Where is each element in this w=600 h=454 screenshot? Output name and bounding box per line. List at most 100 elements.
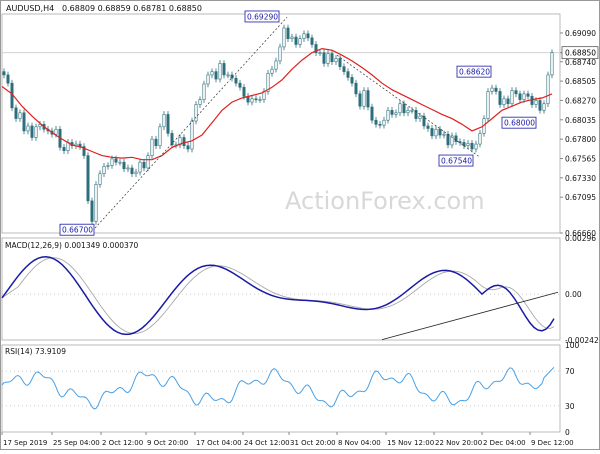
x-tick-label: 24 Oct 12:00 xyxy=(244,439,290,447)
candle-body xyxy=(370,106,374,121)
candle xyxy=(154,135,158,150)
candle-body xyxy=(302,33,306,39)
price-tick-label: 0.67095 xyxy=(565,193,596,202)
candle xyxy=(34,123,38,141)
x-tick-label: 25 Sep 04:00 xyxy=(53,439,100,447)
candle-body xyxy=(502,98,506,105)
candle-body xyxy=(434,128,438,137)
candle xyxy=(410,107,414,114)
candle xyxy=(74,140,78,150)
candle-body xyxy=(442,133,446,136)
candle-body xyxy=(158,126,162,147)
candle-body xyxy=(30,125,34,138)
price-annotation-label: 0.69290 xyxy=(247,12,278,21)
candle-body xyxy=(362,90,366,107)
candle xyxy=(134,168,138,178)
ohlc-values: 0.68809 0.68859 0.68781 0.68850 xyxy=(62,4,202,13)
price-tick-label: 0.68270 xyxy=(565,96,596,105)
candle-body xyxy=(306,33,310,39)
candle xyxy=(282,24,286,51)
candle xyxy=(514,87,518,98)
candle-body xyxy=(542,103,546,111)
x-tick-label: 31 Oct 20:00 xyxy=(290,439,336,447)
candle-body xyxy=(534,100,538,105)
candle xyxy=(350,74,354,87)
macd-trendline xyxy=(381,291,559,341)
candle-body xyxy=(438,128,442,136)
candle-body xyxy=(34,126,38,138)
candle-body xyxy=(390,110,394,115)
candle xyxy=(222,60,226,79)
candle-body xyxy=(190,120,194,150)
candle xyxy=(426,122,430,132)
candle xyxy=(26,122,30,135)
candle xyxy=(542,100,546,114)
x-tick-label: 9 Oct 20:00 xyxy=(147,439,188,447)
candle-body xyxy=(138,161,142,173)
candle-body xyxy=(274,60,278,70)
candle-body xyxy=(198,99,202,105)
macd-tick-label: 0.00 xyxy=(565,290,582,299)
candle-body xyxy=(86,155,90,202)
candle xyxy=(142,158,146,172)
candle-body xyxy=(282,27,286,48)
candle-body xyxy=(218,63,222,80)
candle xyxy=(362,87,366,110)
candle-body xyxy=(22,112,26,132)
candle xyxy=(390,107,394,118)
candle-body xyxy=(510,90,514,105)
rsi-tick-label: 100 xyxy=(565,341,580,350)
candle-body xyxy=(358,93,362,107)
price-tick-label: 0.68740 xyxy=(565,58,596,67)
candle-body xyxy=(318,52,322,54)
candle xyxy=(218,60,222,83)
candle xyxy=(530,93,534,108)
candle xyxy=(314,41,318,56)
price-annotation-label: 0.68000 xyxy=(504,119,535,128)
x-tick-label: 22 Nov 20:00 xyxy=(435,439,482,447)
x-tick-label: 2 Oct 12:00 xyxy=(102,439,143,447)
candle-body xyxy=(394,112,398,115)
candle xyxy=(78,140,82,150)
candle xyxy=(98,170,102,188)
candle-body xyxy=(186,145,190,150)
macd-title: MACD(12,26,9) 0.001349 0.000370 xyxy=(5,241,139,250)
candle xyxy=(382,116,386,129)
candle xyxy=(122,158,126,173)
candle-body xyxy=(254,98,258,101)
candle-body xyxy=(470,142,474,150)
candle xyxy=(422,112,426,130)
macd-tick-label: 0.00296 xyxy=(565,234,596,243)
candle-body xyxy=(98,173,102,185)
candle xyxy=(130,164,134,178)
candle xyxy=(490,84,494,95)
candle xyxy=(286,24,290,42)
candle xyxy=(178,134,182,149)
price-annotation-label: 0.66700 xyxy=(62,226,93,235)
rsi-tick-label: 30 xyxy=(565,402,575,411)
candle-body xyxy=(26,125,30,132)
candle-body xyxy=(546,74,550,105)
candle xyxy=(538,97,542,114)
candle xyxy=(298,35,302,48)
candle-body xyxy=(290,36,294,39)
candle-body xyxy=(530,96,534,105)
candle-body xyxy=(166,114,170,134)
candle xyxy=(338,55,342,70)
candle-body xyxy=(154,138,158,147)
candle xyxy=(334,55,338,66)
candle xyxy=(466,139,470,150)
candle xyxy=(506,95,510,108)
candle xyxy=(370,103,374,124)
candle-body xyxy=(142,161,146,169)
candle xyxy=(170,130,174,149)
candle-body xyxy=(386,110,390,121)
candle xyxy=(258,96,262,103)
candle-body xyxy=(294,36,298,45)
candle-body xyxy=(522,93,526,100)
candle xyxy=(246,93,250,106)
candle xyxy=(414,107,418,122)
candle-body xyxy=(94,184,98,222)
candle xyxy=(294,33,298,48)
candle xyxy=(454,132,458,145)
